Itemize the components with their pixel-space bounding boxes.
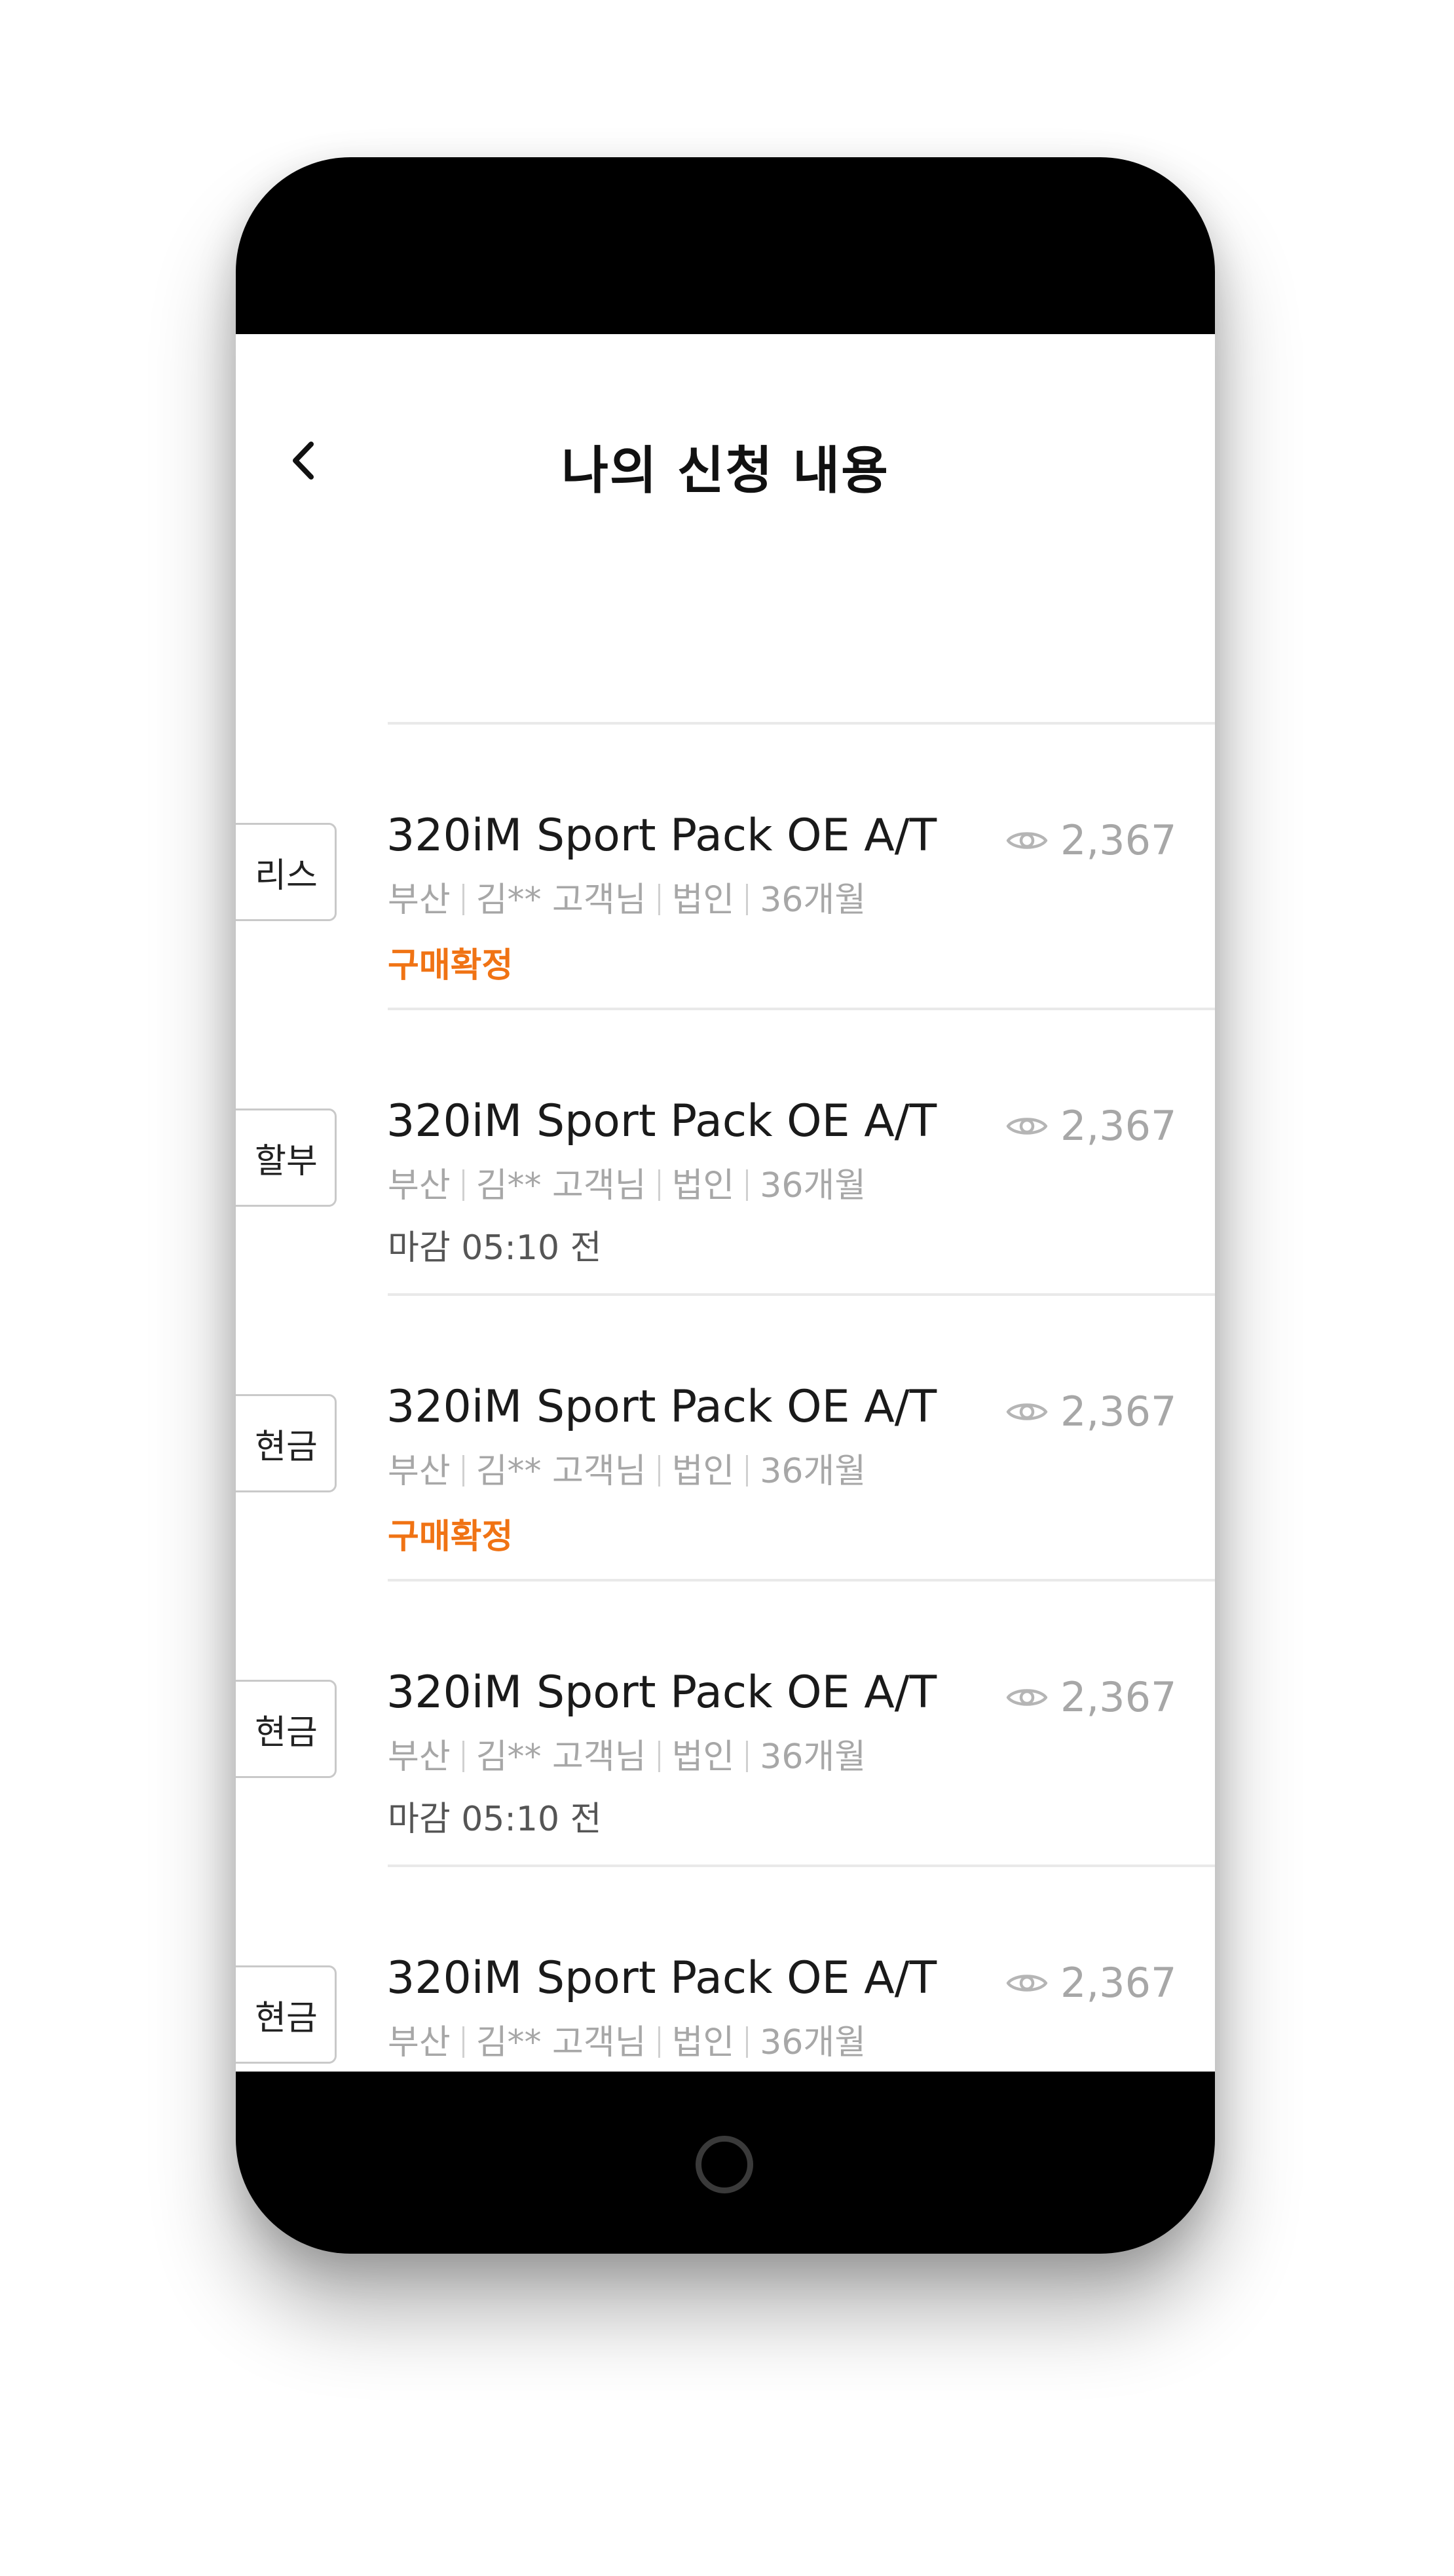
model-name: 320iM Sport Pack OE A/T [386, 1667, 937, 1718]
item-meta: 부산 김** 고객님 법인 36개월 [388, 872, 866, 921]
list-item[interactable]: 리스 320iM Sport Pack OE A/T 부산 김** 고객님 법인 36… [236, 725, 1215, 1010]
meta-separator [658, 1169, 660, 1201]
payment-type-badge: 리스 [236, 823, 337, 921]
phone-frame: 나의 신청 내용 리스 320iM Sport Pack OE A/T 부산김*… [236, 157, 1215, 2254]
list-item[interactable]: 할부 320iM Sport Pack OE A/T 부산 김** 고객님 법인 36… [236, 1010, 1215, 1296]
meta-separator [746, 884, 749, 915]
model-name: 320iM Sport Pack OE A/T [386, 1381, 937, 1433]
view-count-value: 2,367 [1060, 1102, 1177, 1150]
payment-type-badge: 현금 [236, 1680, 337, 1778]
meta-separator [462, 884, 464, 915]
meta-value: 36개월 [760, 2023, 867, 2062]
item-status: 구매확정 [388, 946, 513, 985]
payment-type-badge: 할부 [236, 1108, 337, 1207]
meta-separator [658, 1455, 660, 1487]
eye-icon [1006, 1688, 1048, 1706]
view-count: 2,367 [1005, 1102, 1177, 1150]
item-status: 마감 05:10 전 [388, 1800, 602, 1839]
meta-value: 36개월 [760, 1166, 867, 1205]
eye-icon [1006, 1974, 1048, 1992]
meta-separator [462, 1169, 464, 1201]
meta-value: 법인 [671, 881, 735, 920]
view-count: 2,367 [1005, 1959, 1177, 2007]
meta-separator [462, 2026, 464, 2058]
meta-separator [658, 2026, 660, 2058]
view-count-value: 2,367 [1060, 1673, 1177, 1721]
meta-separator [658, 1741, 660, 1772]
item-meta: 부산 김** 고객님 법인 36개월 [388, 1158, 866, 1207]
view-count: 2,367 [1005, 1388, 1177, 1435]
meta-value: 36개월 [760, 1737, 867, 1777]
eye-icon [1006, 831, 1048, 849]
meta-value: 법인 [671, 1166, 735, 1205]
page-title: 나의 신청 내용 [561, 442, 889, 501]
page-header: 나의 신청 내용 [236, 334, 1215, 565]
meta-value: 김** 고객님 [475, 1166, 646, 1205]
view-count: 2,367 [1005, 1673, 1177, 1721]
eye-icon [1006, 1403, 1048, 1420]
meta-separator [462, 1455, 464, 1487]
meta-value: 법인 [671, 2023, 735, 2062]
meta-value: 36개월 [760, 881, 867, 920]
app-screen: 나의 신청 내용 리스 320iM Sport Pack OE A/T 부산김*… [236, 334, 1215, 2072]
payment-type-badge: 현금 [236, 1394, 337, 1492]
list-item[interactable]: 현금 320iM Sport Pack OE A/T 부산 김** 고객님 법인 36… [236, 1296, 1215, 1582]
view-count-value: 2,367 [1060, 1959, 1177, 2007]
meta-value: 부산 [388, 1737, 451, 1777]
home-button[interactable] [696, 2136, 753, 2193]
item-meta: 부산 김** 고객님 법인 36개월 [388, 2015, 866, 2064]
meta-value: 법인 [671, 1452, 735, 1491]
payment-type-badge: 현금 [236, 1965, 337, 2064]
item-meta: 부산 김** 고객님 법인 36개월 [388, 1443, 866, 1492]
meta-separator [746, 1741, 749, 1772]
item-meta: 부산 김** 고객님 법인 36개월 [388, 1729, 866, 1778]
eye-icon [1006, 1117, 1048, 1135]
meta-value: 법인 [671, 1737, 735, 1777]
meta-value: 부산 [388, 2023, 451, 2062]
meta-value: 김** 고객님 [475, 2023, 646, 2062]
view-count-value: 2,367 [1060, 1388, 1177, 1435]
list-item[interactable]: 현금 320iM Sport Pack OE A/T 부산 김** 고객님 법인 36… [236, 1582, 1215, 1867]
canvas: 나의 신청 내용 리스 320iM Sport Pack OE A/T 부산김*… [0, 0, 1454, 2576]
meta-value: 김** 고객님 [475, 1452, 646, 1491]
meta-value: 부산 [388, 1452, 451, 1491]
model-name: 320iM Sport Pack OE A/T [386, 1095, 937, 1147]
item-status: 마감 05:10 전 [388, 1228, 602, 1268]
model-name: 320iM Sport Pack OE A/T [386, 810, 937, 862]
meta-value: 36개월 [760, 1452, 867, 1491]
meta-separator [658, 884, 660, 915]
meta-separator [746, 2026, 749, 2058]
meta-value: 김** 고객님 [475, 881, 646, 920]
model-name: 320iM Sport Pack OE A/T [386, 1952, 937, 2004]
list-item[interactable]: 현금 320iM Sport Pack OE A/T 부산 김** 고객님 법인 36… [236, 1867, 1215, 2072]
item-status: 구매확정 [388, 1517, 513, 1557]
meta-separator [746, 1455, 749, 1487]
view-count-value: 2,367 [1060, 816, 1177, 864]
meta-value: 부산 [388, 1166, 451, 1205]
meta-value: 부산 [388, 881, 451, 920]
meta-value: 김** 고객님 [475, 1737, 646, 1777]
view-count: 2,367 [1005, 816, 1177, 864]
meta-separator [462, 1741, 464, 1772]
meta-separator [746, 1169, 749, 1201]
